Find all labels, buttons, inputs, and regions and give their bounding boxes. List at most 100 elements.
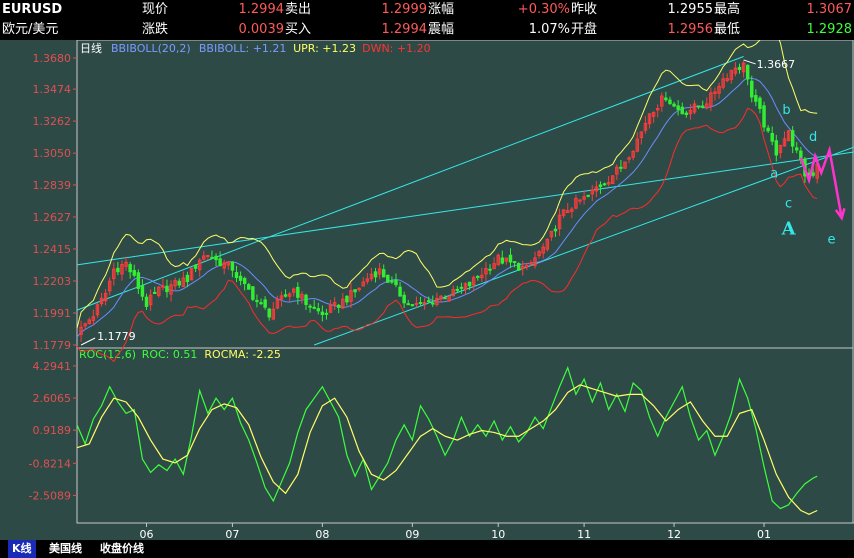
candle-body	[443, 297, 447, 300]
quote-header: EURUSD 欧元/美元 现价 1.2994 卖出 1.2999 涨幅 +0.3…	[0, 0, 854, 40]
candle-body	[619, 166, 623, 169]
candle-body	[267, 308, 271, 318]
candle-body	[398, 286, 402, 297]
x-tick-label: 08	[315, 528, 329, 540]
x-tick-label: 09	[405, 528, 419, 540]
candle-body	[144, 296, 149, 307]
candle-body	[259, 302, 263, 305]
candle-body	[668, 99, 672, 105]
y-tick-label: 1.3050	[33, 147, 72, 160]
candle-body	[770, 132, 774, 142]
legend-item: DWN: +1.20	[362, 42, 431, 55]
candle-body	[304, 294, 308, 305]
candle-body	[586, 194, 590, 197]
quote-label: 现价	[142, 2, 169, 17]
candle-body	[795, 147, 799, 151]
quote-value: 1.2994	[238, 2, 285, 17]
candle-body	[774, 140, 779, 156]
candle-body	[390, 280, 394, 283]
candle-body	[128, 264, 132, 273]
candle-body	[680, 106, 684, 115]
candle-body	[488, 268, 492, 271]
candle-body	[165, 285, 169, 293]
candle-body	[320, 311, 325, 316]
candle-body	[230, 261, 235, 271]
quote-value: 1.2994	[381, 22, 428, 37]
wave-label: b	[782, 103, 790, 118]
candle-body	[431, 302, 435, 305]
candle-body	[414, 302, 419, 305]
x-tick-label: 12	[667, 528, 681, 540]
roc-panel-frame	[76, 347, 854, 524]
x-tick-label: 07	[225, 528, 239, 540]
candle-body	[664, 97, 668, 101]
legend-item: BBIBOLL: +1.21	[199, 42, 287, 55]
candle-body	[790, 130, 795, 147]
candle-body	[476, 275, 480, 278]
candle-body	[193, 264, 198, 269]
candle-body	[508, 254, 513, 263]
legend-item: UPR: +1.23	[293, 42, 356, 55]
candle-body	[283, 294, 288, 297]
candle-body	[152, 291, 157, 294]
candle-body	[242, 277, 247, 285]
roc-y-tick-label: 2.6065	[33, 392, 72, 405]
candle-body	[140, 285, 145, 297]
y-tick-label: 1.2415	[33, 243, 72, 256]
tab-bar: K线 美国线 收盘价线	[0, 540, 854, 558]
candle-body	[324, 312, 329, 315]
candle-body	[410, 304, 415, 307]
quote-value: 1.2928	[806, 22, 853, 37]
trendline	[76, 151, 854, 266]
candle-body	[263, 299, 267, 308]
period-label: 日线	[80, 41, 102, 55]
candle-body	[386, 274, 390, 283]
projection-line	[799, 145, 843, 219]
candle-body	[177, 280, 181, 286]
y-tick-label: 1.1779	[33, 339, 72, 352]
roc-y-tick-label: -2.5089	[29, 489, 71, 502]
y-tick-label: 1.2627	[33, 211, 72, 224]
x-tick-label: 11	[577, 528, 591, 540]
quote-value: 1.2999	[381, 2, 428, 17]
quote-label: 震幅	[428, 22, 455, 37]
candle-body	[754, 95, 758, 102]
tab-close-line[interactable]: 收盘价线	[96, 540, 148, 558]
quote-value: 1.07%	[528, 22, 570, 37]
quote-label: 涨跌	[142, 22, 169, 37]
candle-body	[255, 300, 259, 303]
quote-value: 1.2955	[667, 2, 714, 17]
quote-value: 1.2956	[667, 22, 714, 37]
chart-canvas[interactable]: 1.3680 1.3474 1.3262 1.3050 1.2839 1.2627 1.24…	[0, 40, 854, 540]
trendline-group	[76, 56, 854, 346]
candle-body	[500, 257, 505, 264]
upper-band-line	[76, 40, 818, 329]
tab-us-line[interactable]: 美国线	[45, 540, 86, 558]
x-tick-label: 10	[491, 528, 505, 540]
annotation-leader	[743, 59, 756, 65]
candle-body	[251, 286, 255, 300]
candle-body	[353, 289, 357, 293]
candle-body	[381, 269, 386, 278]
candle-body	[700, 105, 705, 108]
candle-body	[426, 300, 431, 303]
x-tick-label: 01	[757, 528, 771, 540]
candle-body	[345, 295, 349, 303]
candle-body	[672, 103, 676, 107]
candle-body	[553, 228, 558, 232]
candle-body	[402, 294, 406, 304]
candle-body	[296, 286, 300, 298]
low-annotation: 1.1779	[97, 330, 136, 343]
wave-label: a	[770, 166, 778, 181]
candle-body	[214, 255, 218, 261]
tab-kline[interactable]: K线	[8, 540, 36, 558]
candle-body	[578, 199, 582, 202]
candle-body	[529, 262, 533, 265]
candle-body	[308, 305, 312, 308]
wave-label: e	[828, 233, 836, 248]
roc-legend-item: ROC: 0.51	[142, 348, 198, 361]
y-tick-label: 1.3680	[33, 52, 72, 65]
quote-label: 卖出	[285, 2, 312, 17]
candle-body	[598, 184, 603, 188]
symbol-label: EURUSD	[2, 2, 63, 17]
